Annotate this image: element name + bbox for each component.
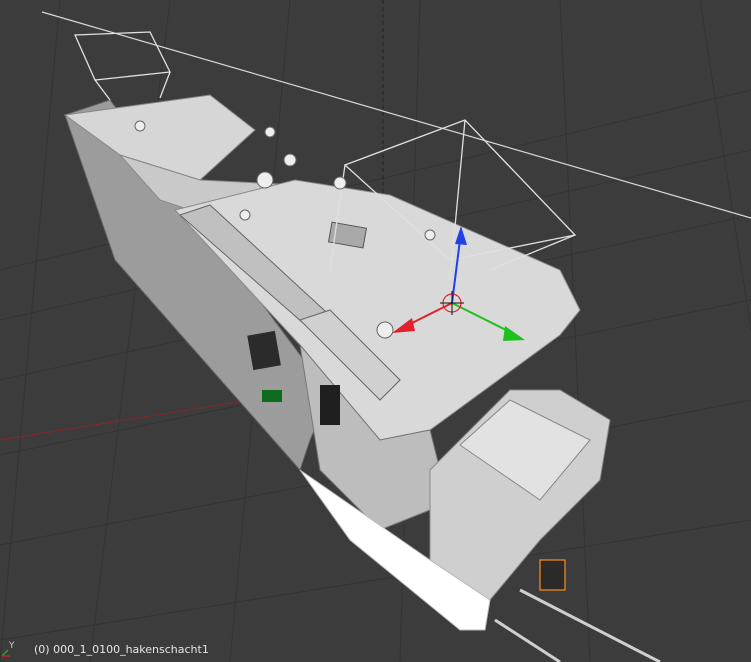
scene-canvas[interactable] bbox=[0, 0, 751, 662]
viewport-object-info: (0) 000_1_0100_hakenschacht1 bbox=[34, 643, 209, 656]
axis-label-y: Y bbox=[8, 641, 15, 651]
axis-icon: Y bbox=[0, 630, 30, 660]
3d-viewport[interactable]: Y (0) 000_1_0100_hakenschacht1 bbox=[0, 0, 751, 662]
locomotive-model[interactable] bbox=[63, 31, 661, 662]
selected-object-outline bbox=[539, 559, 566, 591]
